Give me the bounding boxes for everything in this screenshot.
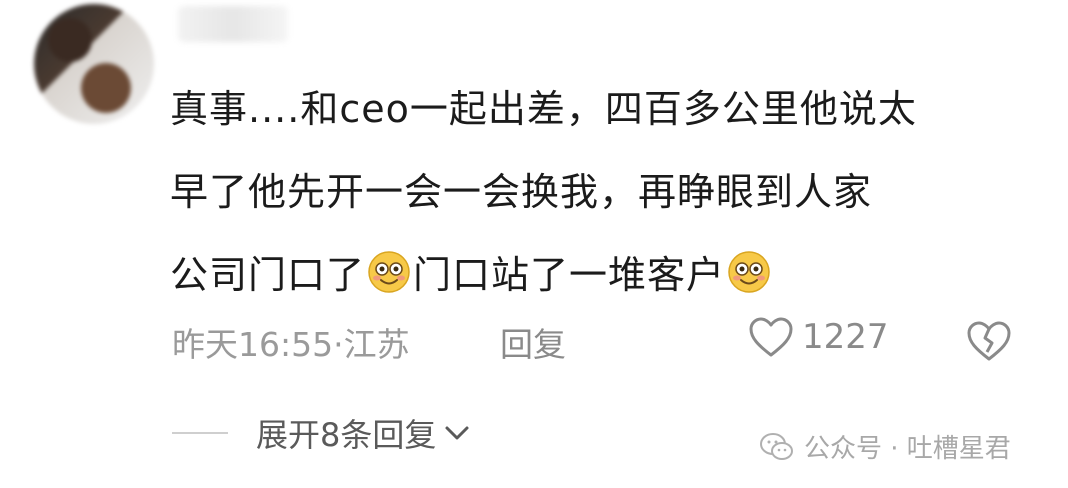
comment-line: 公司门口了 门口站了一堆客户 <box>170 234 1030 317</box>
like-button[interactable]: 1227 <box>748 316 889 358</box>
avatar[interactable] <box>34 4 154 124</box>
embarrassed-smile-emoji-icon <box>728 251 770 293</box>
location: 江苏 <box>343 325 410 364</box>
comment-fragment: 门口站了一堆客户 <box>413 253 726 297</box>
comment-fragment: 公司门口了 <box>170 253 366 297</box>
like-count: 1227 <box>802 317 889 357</box>
broken-heart-icon <box>967 321 1011 361</box>
watermark-text: 公众号 · 吐槽星君 <box>804 434 1011 464</box>
embarrassed-smile-emoji-icon <box>368 251 410 293</box>
heart-outline-icon <box>749 317 793 357</box>
comment-meta: 昨天16:55 · 江苏 <box>172 318 410 366</box>
username-redacted <box>178 6 288 42</box>
dislike-button[interactable] <box>966 320 1012 366</box>
expand-replies-label: 展开8条回复 <box>256 416 437 454</box>
meta-separator: · <box>333 325 344 364</box>
chevron-down-icon <box>445 426 469 440</box>
reply-button[interactable]: 回复 <box>500 318 566 366</box>
timestamp: 昨天16:55 <box>172 325 334 364</box>
watermark: 公众号 · 吐槽星君 <box>760 428 1011 465</box>
expand-replies[interactable]: 展开8条回复 <box>172 410 470 456</box>
comment-line: 真事....和ceo一起出差，四百多公里他说太 <box>170 87 917 131</box>
comment-text: 真事....和ceo一起出差，四百多公里他说太 早了他先开一会一会换我，再睁眼到… <box>170 68 1030 317</box>
wechat-icon <box>760 432 793 460</box>
divider <box>172 432 228 434</box>
comment-line: 早了他先开一会一会换我，再睁眼到人家 <box>170 170 873 214</box>
